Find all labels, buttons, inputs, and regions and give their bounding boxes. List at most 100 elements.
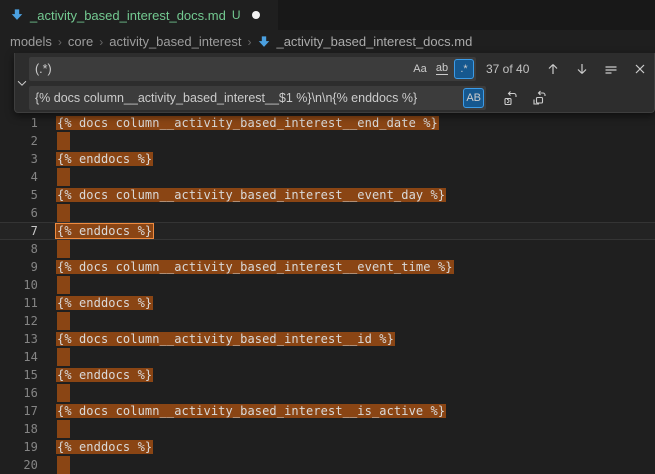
line-content <box>38 384 70 402</box>
line-content <box>38 312 70 330</box>
line-content <box>38 132 70 150</box>
line-number: 10 <box>0 276 38 294</box>
line-number: 9 <box>0 258 38 276</box>
code-line-20[interactable]: 20 <box>0 456 655 474</box>
line-content <box>38 420 70 438</box>
close-find-button[interactable] <box>629 58 651 80</box>
code-area[interactable]: 1{% docs column__activity_based_interest… <box>0 53 655 474</box>
line-content <box>38 276 70 294</box>
code-line-9[interactable]: 9 {% docs column__activity_based_interest… <box>0 258 655 276</box>
find-match: {% docs column__activity_based_interest_… <box>56 116 439 130</box>
find-match-stub <box>57 384 70 402</box>
code-line-2[interactable]: 2 <box>0 132 655 150</box>
code-line-19[interactable]: 19 {% enddocs %} <box>0 438 655 456</box>
match-case-label: Aa <box>413 63 426 75</box>
find-row: Aa ab .* 37 of 40 <box>29 57 651 81</box>
replace-all-icon <box>532 90 548 106</box>
find-match: {% docs column__activity_based_interest_… <box>56 260 454 274</box>
previous-match-button[interactable] <box>542 58 564 80</box>
line-number: 8 <box>0 240 38 258</box>
line-content <box>38 204 70 222</box>
match-count: 37 of 40 <box>486 62 529 76</box>
code-line-10[interactable]: 10 <box>0 276 655 294</box>
code-line-15[interactable]: 15 {% enddocs %} <box>0 366 655 384</box>
replace-icon <box>503 90 519 106</box>
find-match: {% docs column__activity_based_interest_… <box>56 188 446 202</box>
find-match-stub <box>57 420 70 438</box>
line-number: 5 <box>0 186 38 204</box>
line-number: 11 <box>0 294 38 312</box>
code-line-12[interactable]: 12 <box>0 312 655 330</box>
line-number: 12 <box>0 312 38 330</box>
tab-strip-empty <box>278 0 655 30</box>
breadcrumb-item-activity-based-interest[interactable]: activity_based_interest <box>109 34 241 49</box>
line-number: 3 <box>0 150 38 168</box>
code-line-1[interactable]: 1{% docs column__activity_based_interest… <box>0 114 655 132</box>
find-input[interactable] <box>35 57 408 81</box>
find-match: {% enddocs %} <box>56 368 153 382</box>
code-line-11[interactable]: 11 {% enddocs %} <box>0 294 655 312</box>
arrow-down-icon <box>574 61 590 77</box>
find-match: {% enddocs %} <box>56 296 153 310</box>
breadcrumb-separator: › <box>58 35 62 49</box>
find-replace-widget: Aa ab .* 37 of 40 <box>14 53 655 113</box>
find-match: {% enddocs %} <box>56 440 153 454</box>
line-content <box>38 168 70 186</box>
replace-all-button[interactable] <box>529 87 551 109</box>
find-match: {% enddocs %} <box>56 152 153 166</box>
selection-lines-icon <box>603 61 619 77</box>
find-match-stub <box>57 348 70 366</box>
breadcrumb-item-core[interactable]: core <box>68 34 93 49</box>
find-match-stub <box>57 132 70 150</box>
match-case-toggle[interactable]: Aa <box>410 59 430 79</box>
line-content: {% enddocs %} <box>38 294 152 312</box>
code-line-3[interactable]: 3 {% enddocs %} <box>0 150 655 168</box>
whole-word-label: ab <box>436 63 448 75</box>
code-line-4[interactable]: 4 <box>0 168 655 186</box>
code-line-5[interactable]: 5 {% docs column__activity_based_interest… <box>0 186 655 204</box>
replace-input[interactable] <box>35 86 461 110</box>
code-line-14[interactable]: 14 <box>0 348 655 366</box>
tab-active-file[interactable]: _activity_based_interest_docs.md U <box>0 0 278 30</box>
code-line-7[interactable]: 7{% enddocs %} <box>0 222 655 240</box>
replace-button[interactable] <box>500 87 522 109</box>
line-number: 16 <box>0 384 38 402</box>
next-match-button[interactable] <box>571 58 593 80</box>
find-match-stub <box>57 312 70 330</box>
find-match-stub <box>57 204 70 222</box>
regex-label: .* <box>460 63 467 75</box>
line-number: 14 <box>0 348 38 366</box>
regex-toggle[interactable]: .* <box>454 59 474 79</box>
replace-input-box: AB <box>29 86 486 110</box>
modified-dot-indicator[interactable] <box>252 11 260 19</box>
tab-filename: _activity_based_interest_docs.md <box>30 8 226 23</box>
line-content <box>38 456 70 474</box>
find-match: {% docs column__activity_based_interest_… <box>56 404 446 418</box>
toggle-replace-button[interactable] <box>15 53 29 112</box>
breadcrumb-item-models[interactable]: models <box>10 34 52 49</box>
whole-word-toggle[interactable]: ab <box>432 59 452 79</box>
tab-bar: _activity_based_interest_docs.md U <box>0 0 655 30</box>
line-content <box>38 240 70 258</box>
find-match: {% docs column__activity_based_interest_… <box>56 332 395 346</box>
line-number: 15 <box>0 366 38 384</box>
breadcrumb-item-file[interactable]: _activity_based_interest_docs.md <box>257 34 472 49</box>
code-line-18[interactable]: 18 <box>0 420 655 438</box>
find-match-stub <box>57 240 70 258</box>
line-number: 17 <box>0 402 38 420</box>
line-number: 19 <box>0 438 38 456</box>
find-match-stub <box>57 276 70 294</box>
line-content: {% enddocs %} <box>38 222 152 240</box>
chevron-down-icon <box>15 76 29 90</box>
code-line-13[interactable]: 13{% docs column__activity_based_interes… <box>0 330 655 348</box>
find-in-selection-button[interactable] <box>600 58 622 80</box>
breadcrumb-file-name: _activity_based_interest_docs.md <box>276 34 472 49</box>
code-line-8[interactable]: 8 <box>0 240 655 258</box>
code-line-6[interactable]: 6 <box>0 204 655 222</box>
line-content: {% docs column__activity_based_interest_… <box>38 258 453 276</box>
code-line-16[interactable]: 16 <box>0 384 655 402</box>
preserve-case-toggle[interactable]: AB <box>463 88 484 108</box>
editor[interactable]: Aa ab .* 37 of 40 <box>0 53 655 470</box>
find-match-stub <box>57 456 70 474</box>
code-line-17[interactable]: 17 {% docs column__activity_based_interes… <box>0 402 655 420</box>
